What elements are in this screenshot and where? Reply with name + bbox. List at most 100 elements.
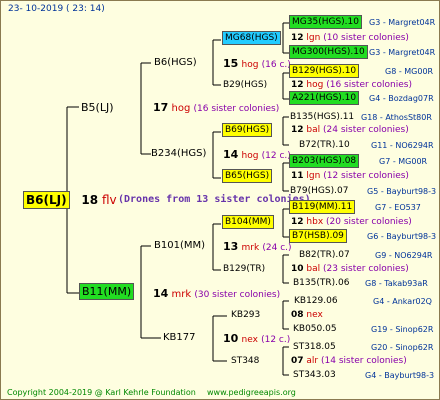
gen4-queen[interactable]: B72(TR).10 (299, 141, 350, 150)
mating-number: 15 (223, 57, 239, 70)
gen4-queen[interactable]: A221(HGS).10 (289, 91, 360, 105)
gen4-queen[interactable]: KB129.06 (294, 297, 338, 306)
gen3-queen[interactable]: MG68(HGS) (222, 31, 281, 45)
gen4-location: G8 - MG00R (385, 67, 434, 76)
gen3-queen[interactable]: B104(MM) (222, 215, 274, 229)
gen3-queen-name: B104(MM) (222, 215, 274, 229)
gen3-queen-name: B65(HGS) (222, 169, 273, 183)
sister-count: (24 c.) (262, 243, 292, 253)
gen4-location: G3 - Margret04R (369, 48, 436, 57)
gen4-queen[interactable]: B79(HGS).07 (290, 187, 348, 196)
gen4-queen-name: B7(HSB).09 (289, 229, 347, 243)
gen4-queen[interactable]: B135(HGS).11 (290, 113, 354, 122)
gen2-mating: 10 nex (12 c.) (223, 333, 290, 345)
mating-number: 14 (153, 287, 169, 300)
root-mating-abbr: flv (101, 193, 117, 207)
gen2-mating: 15 hog (16 c.) (223, 58, 291, 70)
mating-abbr: alr (306, 356, 319, 366)
gen3-mating: 08 nex (291, 311, 323, 320)
sister-count: (12 sister colonies) (323, 171, 409, 181)
gen3-queen[interactable]: KB293 (231, 311, 260, 320)
gen3-queen[interactable]: B69(HGS) (222, 123, 273, 137)
gen4-queen-name: MG35(HGS).10 (289, 15, 362, 29)
gen4-queen[interactable]: B7(HSB).09 (289, 229, 347, 243)
mating-abbr: hbx (306, 217, 324, 227)
gen4-location: G4 - Bayburt98-3 (365, 371, 435, 380)
gen4-location: G8 - Takab93aR (365, 279, 428, 288)
gen4-queen[interactable]: KB050.05 (293, 325, 337, 334)
gen4-location: G9 - NO6294R (375, 251, 433, 260)
gen3-queen[interactable]: B29(HGS) (223, 81, 267, 90)
gen4-queen[interactable]: B82(TR).07 (299, 251, 350, 260)
sister-count: (16 sister colonies) (193, 104, 280, 114)
root-queen[interactable]: B6(LJ) 18 flv (23, 191, 117, 209)
gen1-father-name: B11(MM) (79, 283, 135, 300)
sister-count: (12 c.) (261, 335, 291, 345)
gen3-queen-name: B69(HGS) (222, 123, 273, 137)
gen4-queen-name: B203(HGS).08 (289, 154, 360, 168)
gen4-queen[interactable]: ST343.03 (293, 371, 336, 380)
mating-abbr: hog (241, 151, 259, 161)
report-timestamp: 23- 10-2019 ( 23: 14) (8, 4, 105, 14)
gen3-mating: 11 lgn (12 sister colonies) (291, 172, 409, 181)
sister-count: (24 sister colonies) (323, 125, 409, 135)
mating-number: 07 (291, 356, 304, 366)
gen1-mother[interactable]: B5(LJ) (81, 102, 114, 113)
gen4-location: G19 - Sinop62R (371, 325, 434, 334)
gen3-mating: 12 hbx (20 sister colonies) (291, 218, 412, 227)
gen3-queen[interactable]: ST348 (231, 357, 259, 366)
mating-number: 12 (291, 125, 304, 135)
root-queen-name: B6(LJ) (23, 191, 70, 209)
sister-count: (20 sister colonies) (326, 217, 412, 227)
gen3-queen[interactable]: B129(TR) (223, 265, 265, 274)
sister-count: (16 sister colonies) (326, 80, 412, 90)
gen4-queen[interactable]: B135(TR).06 (293, 279, 349, 288)
pedigree-panel: 23- 10-2019 ( 23: 14) B6(LJ) 18 flv (Dro… (0, 0, 440, 400)
gen3-mating: 10 bal (23 sister colonies) (291, 265, 409, 274)
gen4-location: G20 - Sinop62R (371, 343, 434, 352)
mating-abbr: lgn (306, 33, 321, 43)
gen3-queen[interactable]: B65(HGS) (222, 169, 273, 183)
mating-number: 10 (291, 264, 304, 274)
gen4-location: G7 - MG00R (379, 157, 428, 166)
site-link[interactable]: www.pedigreeapis.org (207, 389, 296, 397)
mating-number: 10 (223, 332, 239, 345)
gen4-location: G4 - Ankar02Q (373, 297, 432, 306)
mating-abbr: hog (306, 80, 324, 90)
gen4-location: G11 - NO6294R (371, 141, 434, 150)
mating-abbr: mrk (171, 289, 192, 300)
gen1-father[interactable]: B11(MM) (79, 283, 135, 300)
gen4-location: G18 - AthosSt80R (361, 113, 432, 122)
gen4-queen[interactable]: B203(HGS).08 (289, 154, 360, 168)
gen2-mating: 13 mrk (24 c.) (223, 241, 292, 253)
sister-count: (23 sister colonies) (323, 264, 409, 274)
gen4-queen[interactable]: B129(HGS).10 (289, 64, 360, 78)
mating-abbr: hog (241, 60, 259, 70)
gen2-queen-b6hgs[interactable]: B6(HGS) (154, 58, 197, 68)
gen4-location: G6 - Bayburt98-3 (367, 232, 437, 241)
gen4-queen-name: A221(HGS).10 (289, 91, 360, 105)
gen3-mating: 12 lgn (10 sister colonies) (291, 34, 409, 43)
mating-number: 12 (291, 33, 304, 43)
gen4-location: G7 - EO537 (375, 203, 421, 212)
gen4-queen-name: B119(MM).11 (289, 200, 356, 214)
gen3-mating: 12 hog (16 sister colonies) (291, 81, 412, 90)
gen4-queen[interactable]: MG300(HGS).10 (289, 45, 368, 59)
gen2-queen-b101mm[interactable]: B101(MM) (154, 241, 205, 251)
gen2-queen-b234hgs[interactable]: B234(HGS) (151, 149, 206, 159)
gen4-queen[interactable]: B119(MM).11 (289, 200, 356, 214)
gen4-queen[interactable]: ST318.05 (293, 343, 336, 352)
mating-abbr: lgn (306, 171, 321, 181)
drones-note: (Drones from 13 sister colonies) (118, 194, 311, 205)
sister-count: (16 c.) (261, 60, 291, 70)
gen4-queen[interactable]: MG35(HGS).10 (289, 15, 362, 29)
gen4-queen-name: B129(HGS).10 (289, 64, 360, 78)
gen3-mating: 12 bal (24 sister colonies) (291, 126, 409, 135)
gen4-location: G5 - Bayburt98-3 (367, 187, 437, 196)
gen2-queen-kb177[interactable]: KB177 (163, 333, 196, 343)
gen4-queen-name: MG300(HGS).10 (289, 45, 368, 59)
mating-abbr: nex (241, 335, 258, 345)
mating-number: 14 (223, 148, 239, 161)
mating-abbr: hog (171, 103, 191, 114)
mating-abbr: mrk (241, 243, 260, 253)
